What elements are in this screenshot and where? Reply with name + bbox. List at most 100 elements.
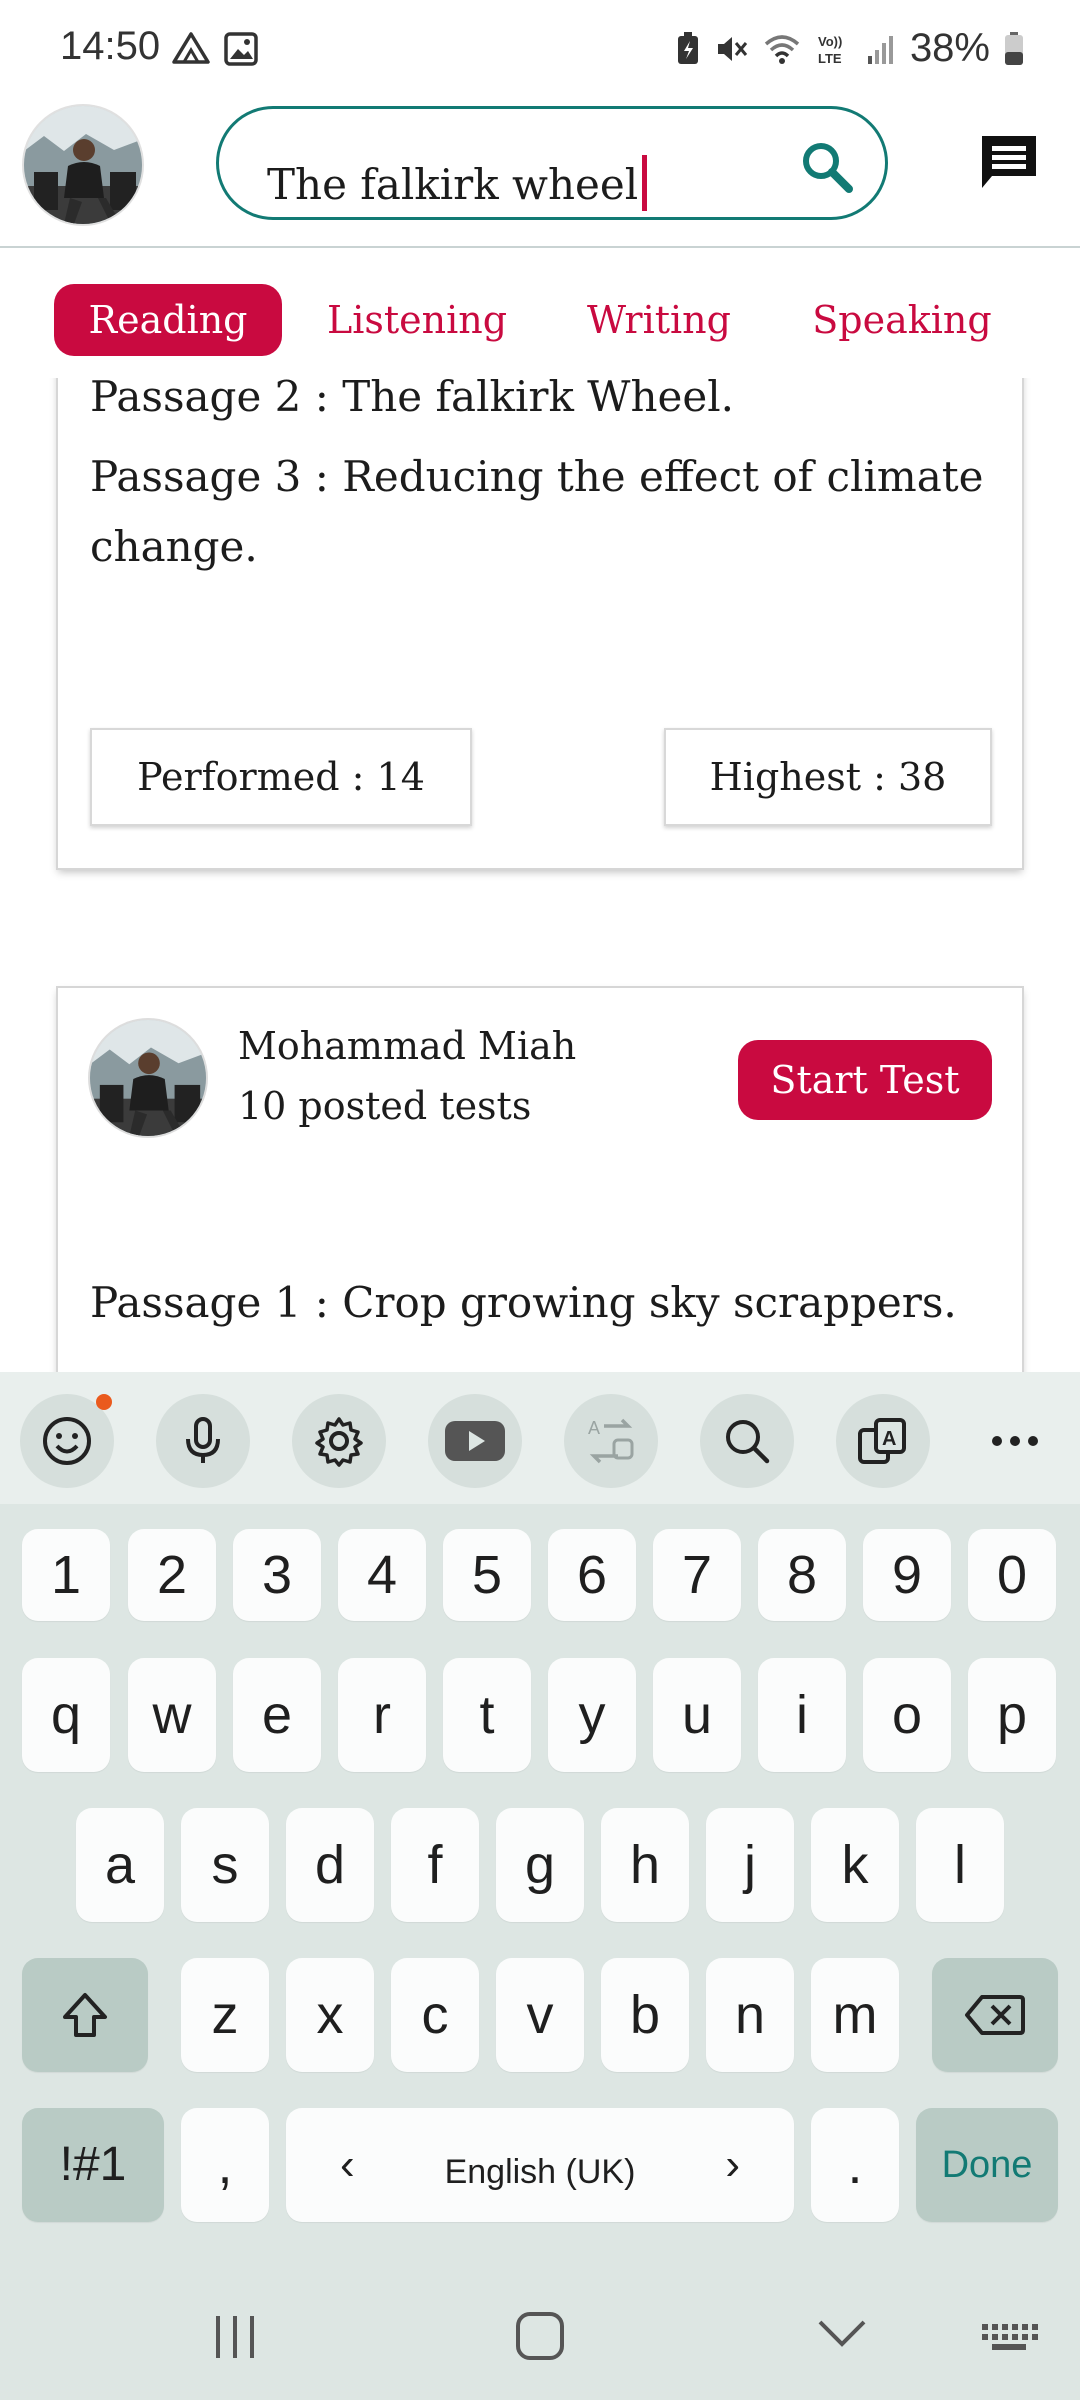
spacebar-label: English (UK) [444,2153,636,2191]
key-9[interactable]: 9 [863,1529,951,1621]
performed-count: Performed : 14 [90,728,472,826]
period-key[interactable]: . [811,2108,899,2222]
text-extract-icon: A [858,1418,906,1464]
more-options-button[interactable] [968,1394,1062,1488]
chevron-right-icon: › [725,2140,740,2189]
text-caret [642,155,648,211]
svg-text:A: A [882,1428,896,1450]
key-0[interactable]: 0 [968,1529,1056,1621]
backspace-key[interactable] [932,1958,1058,2072]
settings-icon [315,1417,363,1467]
author-avatar[interactable] [88,1018,208,1138]
drive-icon [172,32,210,64]
keyboard-search-button[interactable] [700,1394,794,1488]
key-t[interactable]: t [443,1658,531,1772]
avatar-photo-icon [90,1020,206,1136]
recent-apps-icon[interactable] [210,2312,260,2362]
home-icon[interactable] [514,2310,566,2362]
key-4[interactable]: 4 [338,1529,426,1621]
key-r[interactable]: r [338,1658,426,1772]
key-6[interactable]: 6 [548,1529,636,1621]
extract-text-button[interactable]: A [836,1394,930,1488]
key-z[interactable]: z [181,1958,269,2072]
status-bar: 14:50 Vo)) LTE 38% [0,0,1080,100]
key-s[interactable]: s [181,1808,269,1922]
key-p[interactable]: p [968,1658,1056,1772]
hide-keyboard-icon[interactable] [816,2316,868,2352]
key-m[interactable]: m [811,1958,899,2072]
mute-icon [717,36,748,61]
key-3[interactable]: 3 [233,1529,321,1621]
key-h[interactable]: h [601,1808,689,1922]
key-e[interactable]: e [233,1658,321,1772]
app-header: The falkirk wheel [0,100,1080,248]
profile-avatar[interactable] [22,104,144,226]
system-nav-bar [0,2276,1080,2400]
comma-key[interactable]: , [181,2108,269,2222]
search-field[interactable]: The falkirk wheel [216,106,888,220]
key-x[interactable]: x [286,1958,374,2072]
wifi-calling-icon [764,34,800,64]
start-test-button[interactable]: Start Test [738,1040,992,1120]
keyboard-toolbar: A A [0,1372,1080,1504]
spacebar[interactable]: ‹ English (UK) › [286,2108,794,2222]
key-y[interactable]: y [548,1658,636,1772]
battery-saver-icon [677,31,698,64]
key-g[interactable]: g [496,1808,584,1922]
key-5[interactable]: 5 [443,1529,531,1621]
search-icon[interactable] [797,137,857,197]
key-w[interactable]: w [128,1658,216,1772]
test-card: Mohammad Miah 10 posted tests Start Test… [58,988,1022,1372]
done-key[interactable]: Done [916,2108,1058,2222]
chevron-left-icon: ‹ [340,2140,355,2189]
soft-keyboard: A A 1 2 3 4 5 6 7 8 9 0 q w e r t y u i … [0,1372,1080,2400]
key-a[interactable]: a [76,1808,164,1922]
passage-title: Passage 2 : The falkirk Wheel. [90,378,734,421]
youtube-button[interactable] [428,1394,522,1488]
microphone-icon [186,1417,220,1463]
key-b[interactable]: b [601,1958,689,2072]
key-v[interactable]: v [496,1958,584,2072]
passage-title: Passage 1 : Crop growing sky scrappers. [90,1278,957,1327]
youtube-icon [445,1421,505,1461]
status-time: 14:50 [60,24,161,68]
key-1[interactable]: 1 [22,1529,110,1621]
key-f[interactable]: f [391,1808,479,1922]
keyboard-settings-button[interactable] [292,1394,386,1488]
key-k[interactable]: k [811,1808,899,1922]
backspace-icon [965,1995,1025,2035]
key-7[interactable]: 7 [653,1529,741,1621]
tab-speaking[interactable]: Speaking [804,284,1000,356]
key-2[interactable]: 2 [128,1529,216,1621]
key-l[interactable]: l [916,1808,1004,1922]
voice-input-button[interactable] [156,1394,250,1488]
test-list[interactable]: Passage 2 : The falkirk Wheel. Passage 3… [0,378,1080,1372]
tab-listening[interactable]: Listening [314,284,520,356]
translate-button[interactable]: A [564,1394,658,1488]
tab-writing[interactable]: Writing [574,284,744,356]
status-notification-icons [172,32,258,66]
test-card: Passage 2 : The falkirk Wheel. Passage 3… [58,378,1022,868]
key-u[interactable]: u [653,1658,741,1772]
shift-key[interactable] [22,1958,148,2072]
key-c[interactable]: c [391,1958,479,2072]
key-d[interactable]: d [286,1808,374,1922]
chat-icon[interactable] [976,130,1042,196]
tab-reading[interactable]: Reading [54,284,282,356]
translate-icon: A [588,1418,634,1464]
key-n[interactable]: n [706,1958,794,2072]
key-q[interactable]: q [22,1658,110,1772]
keyboard-switch-icon[interactable] [978,2320,1040,2356]
search-input[interactable]: The falkirk wheel [267,155,648,211]
shift-icon [63,1993,107,2037]
author-name: Mohammad Miah [238,1024,577,1068]
passage-title: Passage 3 : Reducing the effect of clima… [90,452,984,571]
avatar-photo-icon [24,106,142,224]
key-8[interactable]: 8 [758,1529,846,1621]
key-j[interactable]: j [706,1808,794,1922]
key-o[interactable]: o [863,1658,951,1772]
posted-tests-count: 10 posted tests [238,1084,532,1128]
volte-icon: Vo)) LTE [818,34,842,66]
symbols-key[interactable]: !#1 [22,2108,164,2222]
key-i[interactable]: i [758,1658,846,1772]
